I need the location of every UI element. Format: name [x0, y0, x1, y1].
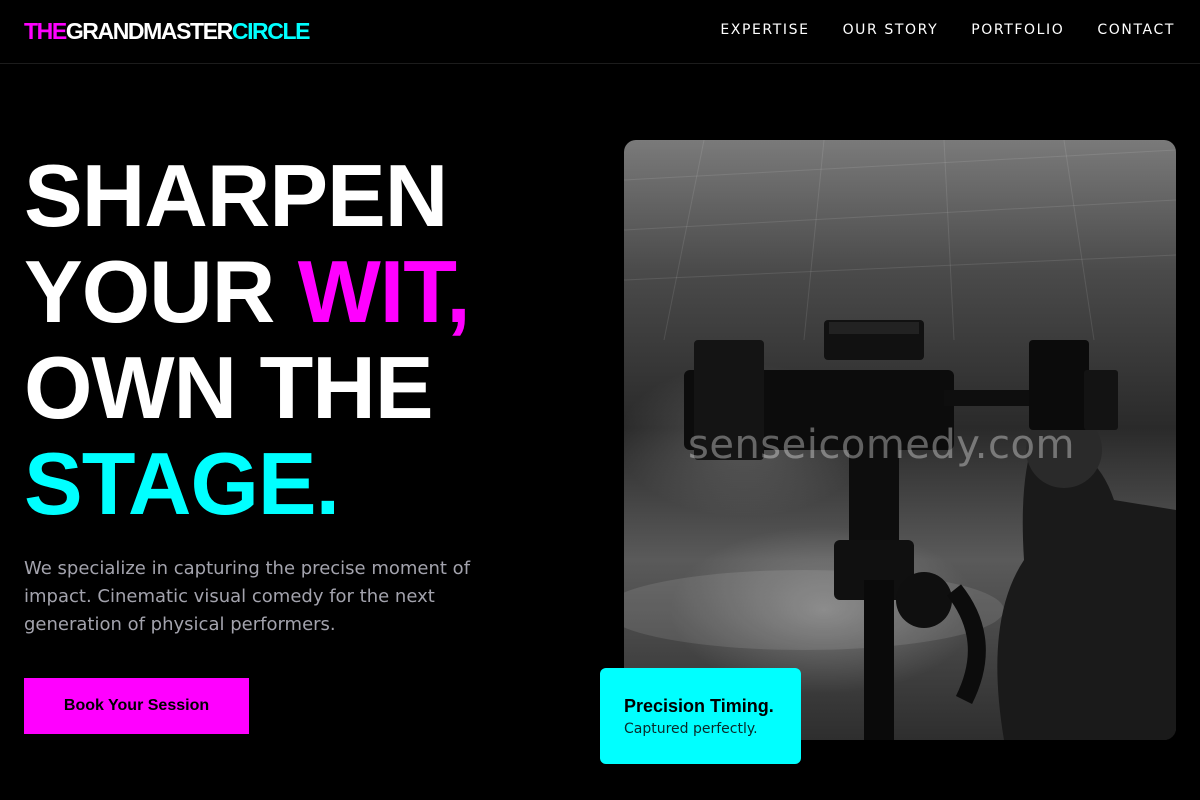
badge-title: Precision Timing. — [624, 696, 774, 716]
nav-link-our-story[interactable]: OUR STORY — [843, 21, 939, 39]
hero-accent-wit: WIT, — [297, 242, 471, 341]
brand-logo[interactable]: THEGRANDMASTERCIRCLE — [24, 17, 311, 45]
hero-line-1: SHARPEN — [24, 146, 448, 245]
watermark-text: senseicomedy.com — [688, 422, 1075, 468]
hero-line-3: OWN THE — [24, 338, 434, 437]
badge-subtitle: Captured perfectly. — [624, 721, 758, 737]
hero-line-4: STAGE. — [24, 434, 340, 533]
main-nav: EXPERTISE OUR STORY PORTFOLIO CONTACT — [720, 21, 1175, 39]
logo-word-grandmaster: GRANDMASTER — [65, 18, 233, 44]
book-session-button[interactable]: Book Your Session — [24, 678, 249, 734]
camera-operator-photo: senseicomedy.com — [624, 140, 1176, 740]
hero-line-2-start: YOUR — [24, 242, 275, 341]
logo-word-the: THE — [24, 18, 67, 44]
logo-word-circle: CIRCLE — [231, 18, 311, 44]
site-header: THEGRANDMASTERCIRCLE EXPERTISE OUR STORY… — [0, 0, 1200, 64]
precision-badge: Precision Timing. Captured perfectly. — [600, 668, 801, 764]
hero-heading: SHARPEN YOUR WIT, OWN THE STAGE. — [24, 146, 471, 533]
nav-link-contact[interactable]: CONTACT — [1097, 21, 1175, 39]
nav-link-portfolio[interactable]: PORTFOLIO — [971, 21, 1064, 39]
hero-line-2: YOUR WIT, — [24, 242, 471, 341]
hero-description: We specialize in capturing the precise m… — [24, 558, 471, 635]
nav-link-expertise[interactable]: EXPERTISE — [720, 21, 809, 39]
